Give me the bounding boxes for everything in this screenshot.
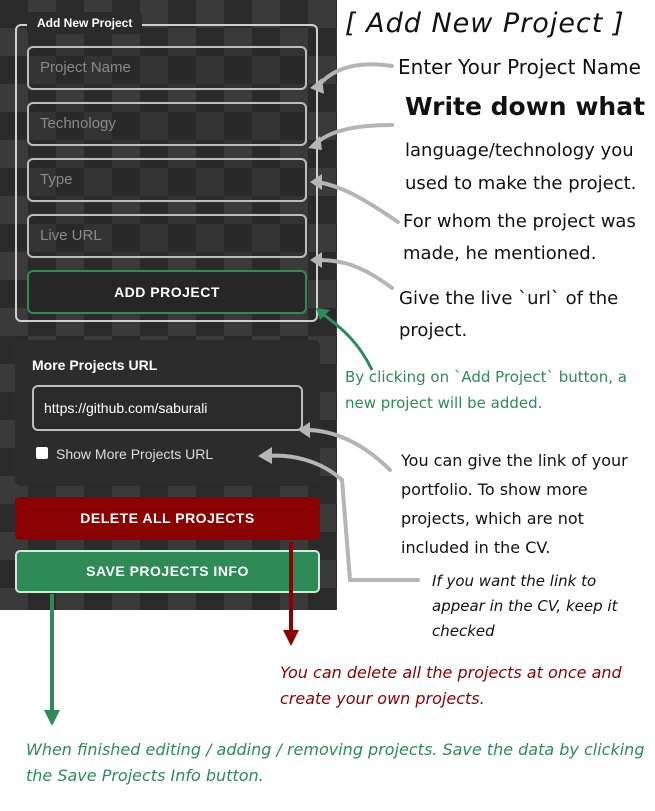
annotation-technology: language/technology you used to make the…	[405, 140, 637, 194]
arrow-live-url	[316, 258, 394, 290]
annotation-type: For whom the project was made, he mentio…	[403, 211, 636, 264]
annotation-delete: You can delete all the projects at once …	[280, 663, 622, 708]
annotation-add-project: By clicking on `Add Project` button, a n…	[345, 368, 627, 412]
arrow-head-type	[310, 174, 322, 190]
annotation-project-name: Enter Your Project Name	[398, 55, 641, 79]
annotation-live-url: Give the live `url` of the project.	[399, 288, 619, 341]
arrow-head-checkbox	[258, 447, 272, 464]
arrow-head-delete	[283, 630, 299, 646]
annotation-checkbox: If you want the link to appear in the CV…	[432, 572, 618, 640]
arrow-technology	[314, 123, 394, 146]
annotation-save: When finished editing / adding / removin…	[26, 740, 645, 785]
arrow-project-name	[316, 62, 394, 88]
arrow-head-more	[298, 422, 310, 438]
arrow-head-name	[310, 78, 324, 94]
annotation-heading: [ Add New Project ]	[345, 8, 625, 39]
arrow-head-url	[310, 252, 322, 268]
arrow-head-save	[44, 710, 60, 726]
arrow-type	[316, 180, 400, 224]
annotation-more-url: You can give the link of your portfolio.…	[401, 451, 628, 557]
arrow-head-tech	[308, 136, 322, 150]
annotation-technology-heading: Write down what	[405, 92, 646, 121]
arrow-add-project	[319, 310, 374, 371]
